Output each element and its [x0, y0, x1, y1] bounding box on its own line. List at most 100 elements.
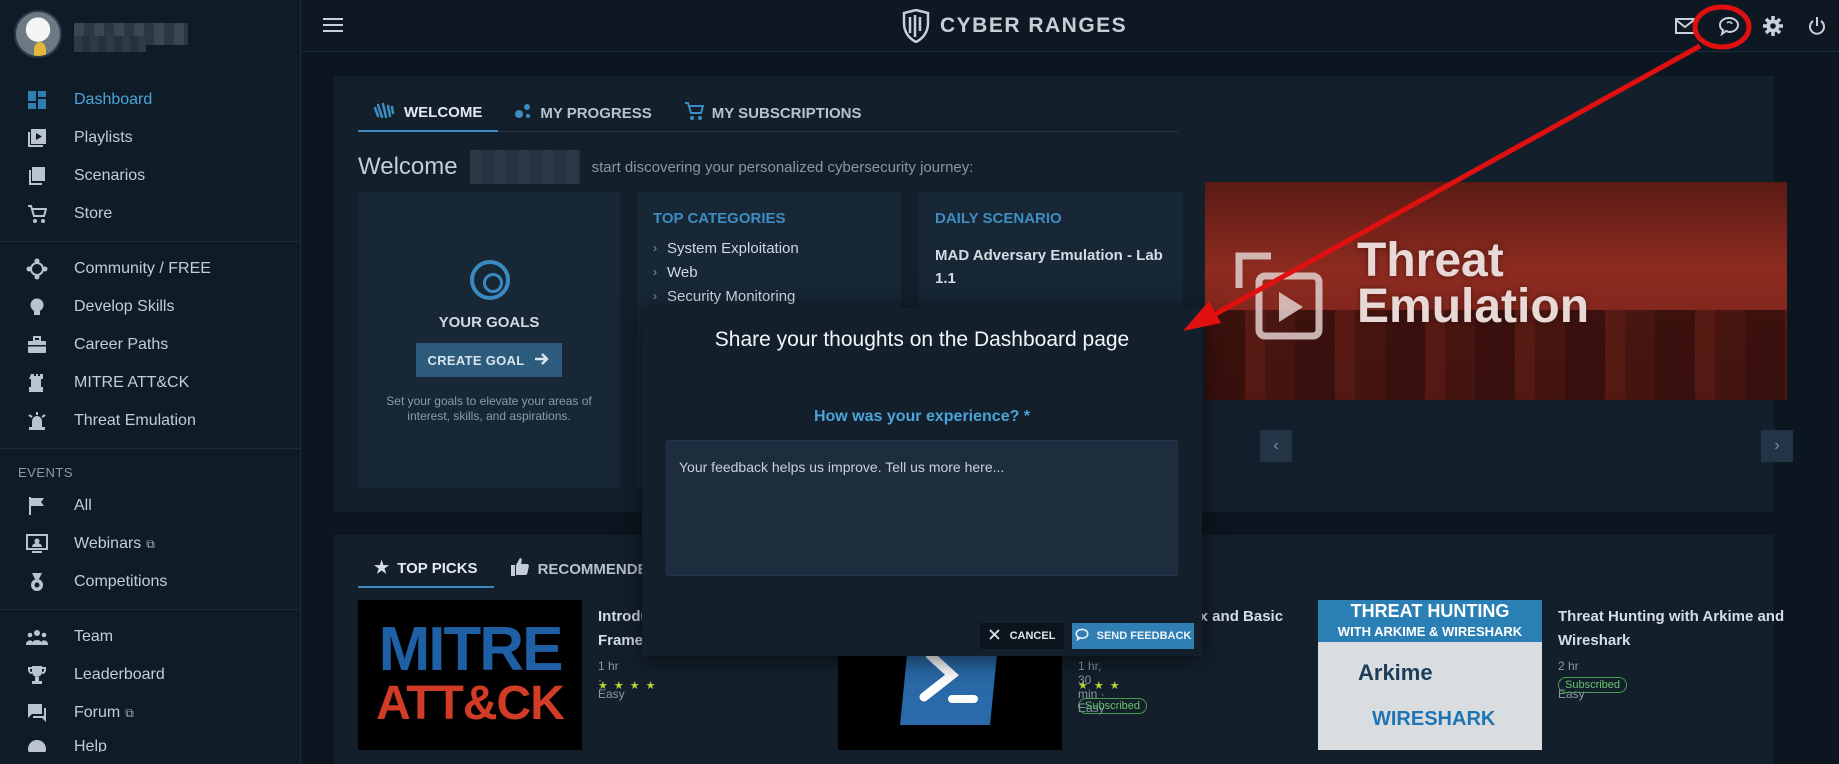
- daily-scenario-name[interactable]: MAD Adversary Emulation - Lab 1.1: [935, 244, 1171, 290]
- carousel-prev-button[interactable]: ‹: [1260, 430, 1292, 462]
- events-section-title: EVENTS: [18, 464, 74, 480]
- topbar-actions: [1663, 0, 1839, 52]
- power-icon[interactable]: [1795, 0, 1839, 52]
- mail-icon[interactable]: [1663, 0, 1707, 52]
- briefcase-icon: [26, 334, 48, 356]
- tab-label: TOP PICKS: [397, 559, 478, 577]
- user-subtitle-redacted: [74, 36, 146, 52]
- threat-hunting-thumbnail: THREAT HUNTING WITH ARKIME & WIRESHARK A…: [1318, 600, 1542, 750]
- team-icon: [26, 626, 48, 648]
- chevron-right-icon: ›: [653, 289, 657, 303]
- thumb-text: ATT&CK: [376, 677, 565, 730]
- sidebar-item-threat-emulation[interactable]: Threat Emulation: [0, 402, 301, 440]
- avatar[interactable]: [14, 10, 62, 58]
- sidebar-item-webinars[interactable]: Webinars ⧉: [0, 525, 301, 563]
- status-badge: Subscribed: [1078, 698, 1148, 714]
- playlist-icon: [26, 127, 48, 149]
- sidebar-item-help[interactable]: Help: [0, 732, 301, 752]
- carousel-next-button[interactable]: ›: [1761, 430, 1793, 462]
- sidebar-item-label: Dashboard: [74, 91, 153, 108]
- mitre-thumbnail: MITRE ATT&CK: [358, 600, 582, 750]
- star-icon: ★: [374, 558, 390, 577]
- rating-stars: ★★★: [1078, 680, 1126, 692]
- sidebar-item-community[interactable]: Community / FREE: [0, 250, 301, 288]
- send-feedback-button[interactable]: SEND FEEDBACK: [1072, 623, 1194, 649]
- banner-title: Threat Emulation: [1357, 234, 1589, 331]
- cart-icon: [26, 203, 48, 225]
- tab-top-picks[interactable]: ★ TOP PICKS: [358, 550, 494, 588]
- tab-my-subscriptions[interactable]: MY SUBSCRIPTIONS: [668, 94, 878, 132]
- thumbs-up-icon: [510, 557, 530, 582]
- cancel-button[interactable]: CANCEL: [980, 623, 1064, 649]
- threat-emulation-banner[interactable]: Threat Emulation: [1205, 182, 1787, 400]
- pick-card-mitre[interactable]: MITRE ATT&CK Introduction to MITRE ATT&C…: [358, 600, 819, 750]
- topbar: CYBER RANGES: [302, 0, 1839, 52]
- status-badge: Subscribed: [1558, 677, 1628, 693]
- cart-icon: [684, 101, 705, 126]
- daily-title: DAILY SCENARIO: [935, 210, 1062, 227]
- feedback-icon: [1075, 628, 1089, 644]
- category-item[interactable]: › System Exploitation: [653, 236, 799, 260]
- category-list: › System Exploitation › Web › Security Moni…: [653, 236, 799, 308]
- sidebar-item-label: Career Paths: [74, 336, 169, 353]
- logo[interactable]: CYBER RANGES: [902, 8, 1127, 44]
- tab-welcome[interactable]: WELCOME: [358, 94, 499, 132]
- category-item[interactable]: › Security Monitoring: [653, 284, 799, 308]
- sidebar-item-scenarios[interactable]: Scenarios: [0, 157, 301, 195]
- presenter-icon: [26, 533, 48, 555]
- sidebar-item-label: Threat Emulation: [74, 412, 196, 429]
- sidebar-item-playlists[interactable]: Playlists: [0, 119, 301, 157]
- lightbulb-icon: [26, 296, 48, 318]
- cancel-label: CANCEL: [1009, 630, 1056, 642]
- sidebar-item-team[interactable]: Team: [0, 618, 301, 656]
- sidebar-item-dashboard[interactable]: Dashboard: [0, 81, 301, 119]
- create-goal-label: CREATE GOAL: [427, 352, 525, 368]
- chevron-right-icon: ›: [653, 241, 657, 255]
- arrow-right-icon: [534, 352, 550, 369]
- sidebar-item-competitions[interactable]: Competitions: [0, 563, 301, 601]
- thumb-text: Arkime: [1358, 660, 1433, 685]
- tab-label: WELCOME: [404, 103, 483, 121]
- modal-title: Share your thoughts on the Dashboard pag…: [714, 328, 1130, 351]
- tab-label: MY PROGRESS: [540, 104, 652, 122]
- sidebar-item-label: Scenarios: [74, 167, 146, 184]
- sidebar-item-events-all[interactable]: All: [0, 487, 301, 525]
- gear-icon[interactable]: [1751, 0, 1795, 52]
- sidebar-item-leaderboard[interactable]: Leaderboard: [0, 656, 301, 694]
- sidebar-item-label: Webinars: [74, 535, 142, 552]
- nav-main: Dashboard Playlists Scenarios Store Comm…: [0, 81, 301, 752]
- alarm-icon: [26, 410, 48, 432]
- create-goal-button[interactable]: CREATE GOAL: [416, 343, 562, 377]
- pick-card-threat-hunting[interactable]: THREAT HUNTING WITH ARKIME & WIRESHARK A…: [1318, 600, 1784, 750]
- category-label: Web: [667, 263, 698, 281]
- sidebar-item-label: Playlists: [74, 129, 133, 146]
- logo-text: CYBER RANGES: [940, 14, 1128, 37]
- tab-my-progress[interactable]: MY PROGRESS: [498, 94, 667, 132]
- divider: [0, 609, 301, 610]
- divider: [0, 448, 301, 449]
- feedback-icon[interactable]: [1707, 0, 1751, 52]
- category-item[interactable]: › Web: [653, 260, 799, 284]
- sidebar-item-label: Forum: [74, 704, 121, 721]
- sidebar-item-develop-skills[interactable]: Develop Skills: [0, 288, 301, 326]
- sidebar-item-forum[interactable]: Forum ⧉: [0, 694, 301, 732]
- feedback-modal: Share your thoughts on the Dashboard pag…: [642, 308, 1202, 656]
- sidebar-item-store[interactable]: Store: [0, 195, 301, 233]
- wave-icon: [373, 100, 396, 125]
- sidebar-item-mitre[interactable]: MITRE ATT&CK: [0, 364, 301, 402]
- welcome-greeting: Welcome: [358, 153, 458, 180]
- menu-icon[interactable]: [322, 15, 346, 37]
- sidebar-item-label: Develop Skills: [74, 298, 175, 315]
- goals-panel: YOUR GOALS CREATE GOAL Set your goals to…: [358, 192, 620, 488]
- trophy-icon: [26, 664, 48, 686]
- chevron-left-icon: ‹: [1273, 437, 1279, 454]
- sidebar-item-career-paths[interactable]: Career Paths: [0, 326, 301, 364]
- scenarios-icon: [26, 165, 48, 187]
- banner-line: Threat: [1357, 234, 1504, 287]
- feedback-textarea[interactable]: [666, 440, 1178, 576]
- sidebar: Dashboard Playlists Scenarios Store Comm…: [0, 0, 301, 764]
- goals-description: Set your goals to elevate your areas of …: [386, 394, 592, 423]
- sidebar-item-label: Team: [74, 628, 114, 645]
- flag-icon: [26, 495, 48, 517]
- pick-title[interactable]: Threat Hunting with Arkime and Wireshark: [1558, 605, 1788, 653]
